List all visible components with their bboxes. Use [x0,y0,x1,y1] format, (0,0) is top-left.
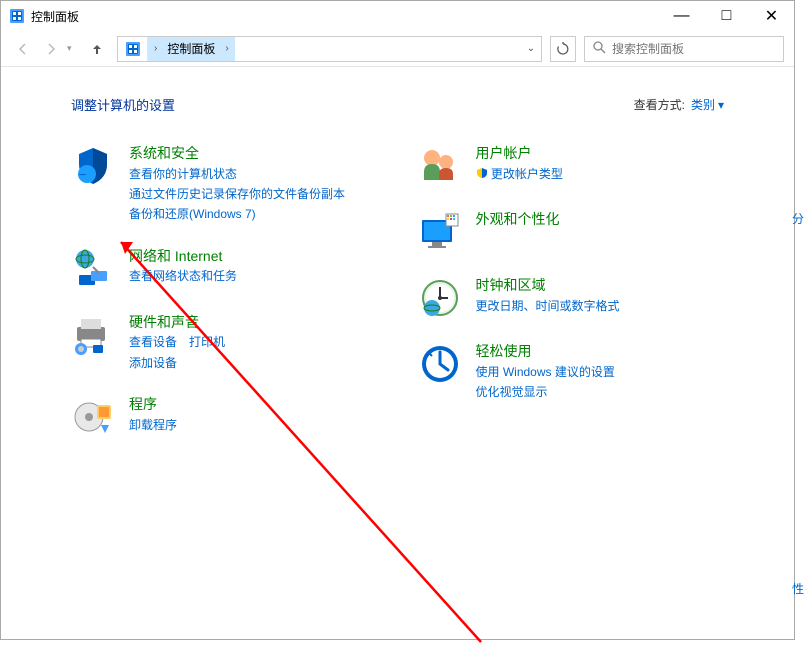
category-link[interactable]: 优化视觉显示 [476,382,725,402]
view-label: 查看方式: [634,96,685,113]
category-user-accounts: 用户帐户 更改帐户类型 [418,144,725,188]
category-link[interactable]: 备份和还原(Windows 7) [129,204,378,224]
network-icon [71,247,115,291]
clock-icon [418,276,462,320]
forward-button[interactable] [39,37,63,61]
back-button[interactable] [11,37,35,61]
users-icon [418,144,462,188]
address-dropdown[interactable]: ⌄ [521,43,541,54]
ease-of-access-icon [418,342,462,386]
category-title[interactable]: 轻松使用 [476,342,725,362]
control-panel-window: 控制面板 — □ ✕ ▾ › 控制面板 › ⌄ [0,0,795,640]
appearance-icon [418,210,462,254]
category-title[interactable]: 程序 [129,395,378,415]
programs-icon [71,395,115,439]
category-system-security: 系统和安全 查看你的计算机状态 通过文件历史记录保存你的文件备份副本 备份和还原… [71,144,378,225]
breadcrumb-root-arrow[interactable]: › [148,37,163,61]
shield-icon [71,144,115,188]
search-input[interactable] [612,42,775,56]
close-button[interactable]: ✕ [749,1,794,31]
control-panel-icon [9,8,25,24]
refresh-button[interactable] [550,36,576,62]
address-icon [118,37,148,61]
chevron-down-icon: ▾ [718,98,724,112]
category-title[interactable]: 硬件和声音 [129,313,378,333]
category-title[interactable]: 用户帐户 [476,144,725,164]
category-link[interactable]: 更改帐户类型 [476,164,725,184]
category-link[interactable]: 查看网络状态和任务 [129,266,378,286]
categories-grid: 系统和安全 查看你的计算机状态 通过文件历史记录保存你的文件备份副本 备份和还原… [71,144,724,461]
page-heading: 调整计算机的设置 [71,95,175,114]
category-hardware-sound: 硬件和声音 查看设备和打印机 添加设备 [71,313,378,373]
category-link[interactable]: 查看设备和打印机 [129,332,378,352]
category-network: 网络和 Internet 查看网络状态和任务 [71,247,378,291]
printer-icon [71,313,115,357]
category-programs: 程序 卸载程序 [71,395,378,439]
category-title[interactable]: 时钟和区域 [476,276,725,296]
titlebar: 控制面板 — □ ✕ [1,1,794,31]
search-icon [593,41,606,57]
navigation-bar: ▾ › 控制面板 › ⌄ [1,31,794,67]
category-link[interactable]: 更改日期、时间或数字格式 [476,296,725,316]
maximize-button[interactable]: □ [704,1,749,31]
window-title: 控制面板 [31,8,659,25]
minimize-button[interactable]: — [659,1,704,31]
up-button[interactable] [85,37,109,61]
category-clock-region: 时钟和区域 更改日期、时间或数字格式 [418,276,725,320]
category-link[interactable]: 使用 Windows 建议的设置 [476,362,725,382]
category-title[interactable]: 系统和安全 [129,144,378,164]
category-link[interactable]: 卸载程序 [129,415,378,435]
address-bar[interactable]: › 控制面板 › ⌄ [117,36,542,62]
view-dropdown[interactable]: 类别 ▾ [691,96,724,113]
right-column: 用户帐户 更改帐户类型 外观和个性化 [418,144,725,461]
category-ease-of-access: 轻松使用 使用 Windows 建议的设置 优化视觉显示 [418,342,725,402]
category-title[interactable]: 外观和个性化 [476,210,725,230]
category-link[interactable]: 添加设备 [129,353,378,373]
window-controls: — □ ✕ [659,1,794,31]
view-section: 查看方式: 类别 ▾ [634,96,724,113]
breadcrumb-arrow[interactable]: › [219,37,234,61]
content-header: 调整计算机的设置 查看方式: 类别 ▾ [71,95,724,114]
category-title[interactable]: 网络和 Internet [129,247,378,267]
breadcrumb-item[interactable]: 控制面板 [163,37,219,61]
category-link[interactable]: 通过文件历史记录保存你的文件备份副本 [129,184,378,204]
category-appearance: 外观和个性化 [418,210,725,254]
left-column: 系统和安全 查看你的计算机状态 通过文件历史记录保存你的文件备份副本 备份和还原… [71,144,378,461]
content-area: 调整计算机的设置 查看方式: 类别 ▾ 系统和安全 [1,67,794,461]
search-box[interactable] [584,36,784,62]
history-dropdown[interactable]: ▾ [67,43,81,54]
breadcrumb: › 控制面板 › [148,37,235,61]
category-link[interactable]: 查看你的计算机状态 [129,164,378,184]
